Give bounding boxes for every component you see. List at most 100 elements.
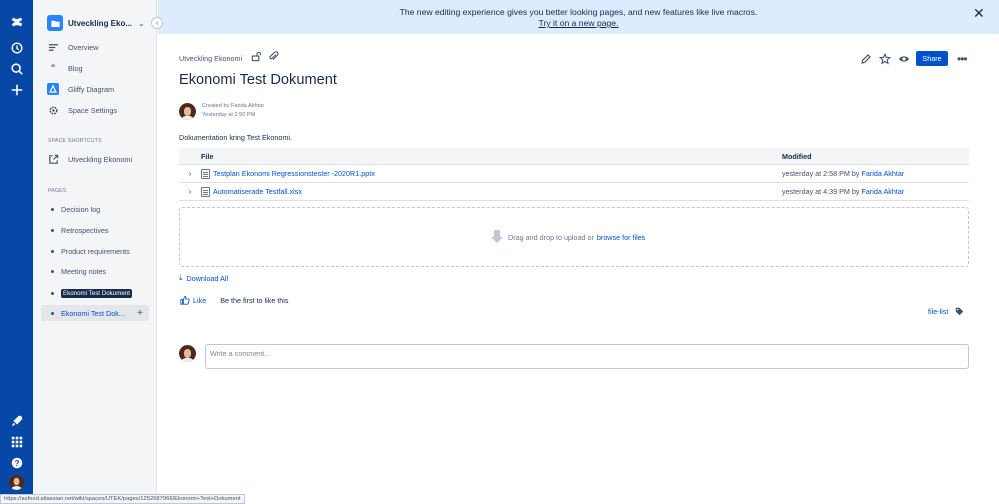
page-toolbar: Share •••: [859, 51, 968, 66]
page-tree-item-tooltip[interactable]: Ekonomi Test Dokument: [51, 285, 153, 301]
page-tree-item[interactable]: Retrospectives: [51, 222, 153, 238]
column-file[interactable]: File: [201, 152, 782, 161]
chevron-right-icon[interactable]: ›: [179, 169, 201, 178]
app-switcher-icon[interactable]: [8, 433, 25, 450]
recent-icon[interactable]: [8, 39, 25, 56]
file-name-cell: Testplan Ekonomi Regressionstester -2020…: [201, 168, 782, 179]
sidebar-item-label: Utveckling Ekonomi: [68, 154, 133, 164]
page-tree-item[interactable]: Product requirements: [51, 243, 153, 259]
banner-link[interactable]: Try it on a new page.: [539, 18, 619, 28]
page-tree-label: Decision log: [61, 204, 101, 214]
upload-dropzone[interactable]: Drag and drop to upload or browse for fi…: [179, 207, 969, 267]
download-all-label: Download All: [186, 273, 229, 283]
bullet: [51, 311, 54, 315]
space-logo-icon: [47, 15, 63, 31]
gear-icon: [47, 104, 59, 116]
status-url: https://axfood.atlassian.net/wiki/spaces…: [0, 494, 245, 504]
close-icon[interactable]: ✕: [973, 5, 985, 22]
bullet: [51, 228, 54, 232]
modified-text: yesterday at 2:58 PM by: [782, 169, 860, 178]
dropzone-text: Drag and drop to upload or: [508, 232, 594, 242]
file-list-table: File Modified › Testplan Ekonomi Regress…: [179, 148, 969, 201]
sidebar-item-gliffy[interactable]: Gliffy Diagram: [47, 81, 151, 97]
sidebar-item-space-settings[interactable]: Space Settings: [47, 102, 151, 118]
commenter-avatar: [179, 345, 196, 362]
breadcrumb[interactable]: Utveckling Ekonomi: [179, 54, 242, 63]
download-icon: ⤓: [179, 273, 183, 282]
author-link[interactable]: Farida Akhtar: [862, 169, 905, 178]
page-labels: file-list: [928, 307, 964, 316]
bullet: [51, 291, 54, 295]
attachment-icon[interactable]: [268, 51, 279, 62]
page-byline: Created by Farida Akhtar Yesterday at 2:…: [179, 101, 264, 121]
bullet: [51, 207, 54, 211]
overview-icon: [47, 41, 59, 53]
unlock-icon[interactable]: [251, 51, 262, 62]
sidebar-item-label: Space Settings: [68, 105, 118, 115]
label-link[interactable]: file-list: [928, 307, 948, 316]
watch-eye-icon[interactable]: [897, 52, 911, 66]
sidebar-item-overview[interactable]: Overview: [47, 39, 151, 55]
share-button[interactable]: Share: [916, 51, 948, 66]
chevron-right-icon[interactable]: ›: [179, 187, 201, 196]
star-icon[interactable]: [878, 52, 892, 66]
global-navigation-rail: ?: [0, 0, 33, 504]
file-icon: [201, 168, 210, 179]
add-child-page-icon[interactable]: +: [137, 308, 143, 319]
sidebar-item-label: Overview: [68, 42, 99, 52]
bullet: [51, 269, 54, 273]
whats-new-rocket-icon[interactable]: [8, 412, 25, 429]
download-all-link[interactable]: ⤓ Download All: [179, 273, 228, 283]
tooltip-label: Ekonomi Test Dokument: [61, 288, 132, 298]
section-heading-pages: PAGES: [48, 188, 67, 194]
modified-text: yesterday at 4:39 PM by: [782, 187, 860, 196]
created-at[interactable]: Yesterday at 2:50 PM: [202, 111, 264, 120]
thumbs-up-icon: [180, 295, 190, 305]
column-modified[interactable]: Modified: [782, 152, 812, 161]
space-header[interactable]: Utveckling Eko... ⌄: [47, 14, 151, 32]
gliffy-icon: [47, 83, 59, 95]
table-row[interactable]: › Testplan Ekonomi Regressionstester -20…: [179, 165, 969, 183]
created-by: Created by Farida Akhtar: [202, 103, 265, 109]
external-link-icon: [47, 153, 59, 165]
page-tree-label: Product requirements: [61, 246, 130, 256]
search-icon[interactable]: [8, 60, 25, 77]
file-link[interactable]: Testplan Ekonomi Regressionstester -2020…: [213, 169, 375, 178]
help-icon[interactable]: ?: [8, 454, 25, 471]
modified-cell: yesterday at 2:58 PM by Farida Akhtar: [782, 169, 904, 178]
create-plus-icon[interactable]: [8, 81, 25, 98]
author-avatar[interactable]: [179, 102, 196, 120]
like-label: Like: [193, 295, 207, 305]
upload-arrow-icon: [491, 230, 503, 244]
browse-files-link[interactable]: browse for files: [597, 233, 645, 242]
page-tree-item[interactable]: Meeting notes: [51, 263, 153, 279]
section-heading-shortcuts: SPACE SHORTCUTS: [48, 138, 102, 144]
comment-input[interactable]: Write a comment...: [205, 344, 969, 369]
sidebar-item-label: Gliffy Diagram: [68, 84, 115, 94]
page-title: Ekonomi Test Dokument: [179, 72, 337, 88]
profile-avatar[interactable]: [9, 475, 24, 490]
modified-cell: yesterday at 4:39 PM by Farida Akhtar: [782, 187, 904, 196]
author-link[interactable]: Farida Akhtar: [862, 187, 905, 196]
file-link[interactable]: Automatiserade Testfall.xlsx: [213, 187, 302, 196]
page-tree-item-active[interactable]: Ekonomi Test Dok... +: [41, 305, 149, 321]
like-row: Like Be the first to like this: [180, 295, 289, 305]
chevron-down-icon[interactable]: ⌄: [138, 19, 145, 28]
dropzone-content: Drag and drop to upload or browse for fi…: [491, 230, 645, 244]
sidebar-item-blog[interactable]: ” Blog: [47, 60, 151, 76]
sidebar-shortcut[interactable]: Utveckling Ekonomi: [47, 151, 151, 167]
table-row[interactable]: › Automatiserade Testfall.xlsx yesterday…: [179, 183, 969, 201]
page-tree-item[interactable]: Decision log: [51, 201, 153, 217]
more-actions-icon[interactable]: •••: [957, 52, 968, 66]
sidebar-item-label: Blog: [68, 63, 83, 73]
bullet: [51, 249, 54, 253]
like-button[interactable]: Like: [180, 295, 206, 305]
blog-quote-icon: ”: [50, 63, 56, 73]
edit-pencil-icon[interactable]: [859, 52, 873, 66]
page-meta-icons: [251, 51, 279, 62]
byline-text: Created by Farida Akhtar Yesterday at 2:…: [202, 102, 264, 120]
tag-icon[interactable]: [955, 307, 964, 316]
collapse-sidebar-button[interactable]: ‹: [151, 17, 163, 29]
space-sidebar: Utveckling Eko... ⌄ Overview ” Blog Glif…: [33, 0, 157, 504]
confluence-logo-icon[interactable]: [8, 13, 25, 30]
